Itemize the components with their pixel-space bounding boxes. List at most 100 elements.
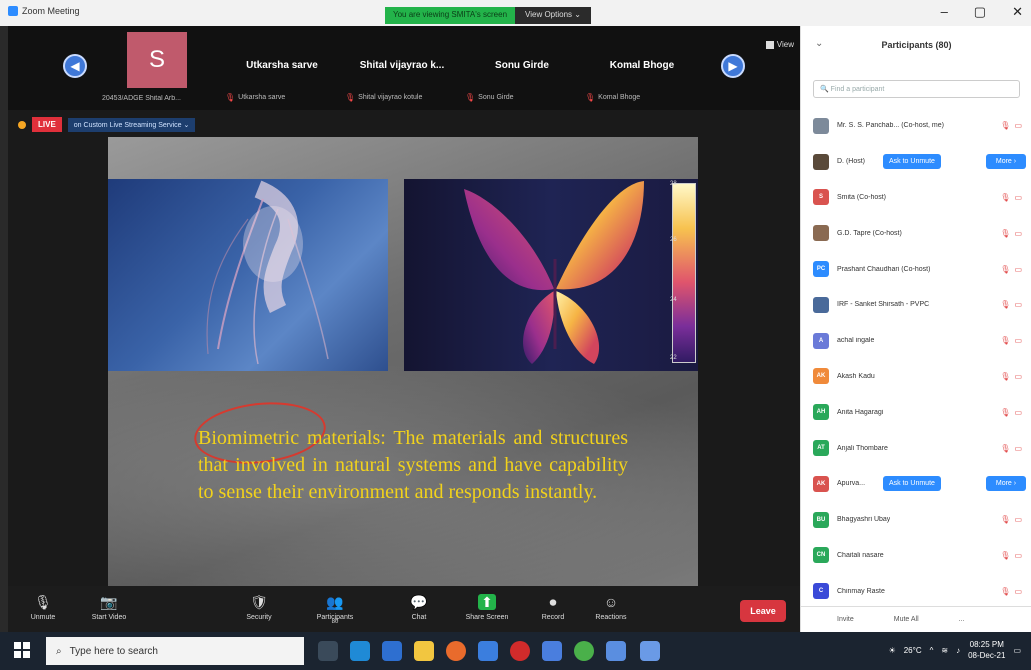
participant-status: 🎙 ▭ xyxy=(1000,515,1022,524)
security-button[interactable]: 🛡 Security xyxy=(224,594,294,621)
opera-icon[interactable] xyxy=(510,641,530,661)
chrome-icon[interactable] xyxy=(574,641,594,661)
record-icon: ⏺ xyxy=(549,594,557,610)
video-off-icon: ▭ xyxy=(1014,586,1022,596)
clock[interactable]: 08:25 PM 08-Dec-21 xyxy=(968,639,1005,661)
edge-icon[interactable] xyxy=(350,641,370,661)
file-explorer-icon[interactable] xyxy=(414,641,434,661)
participant-row[interactable]: BU Bhagyashri Ubay 🎙 ▭ xyxy=(801,502,1031,538)
task-view-icon[interactable] xyxy=(318,641,338,661)
leave-button[interactable]: Leave xyxy=(740,600,786,622)
strip-prev-button[interactable]: ◀ xyxy=(63,54,87,78)
participants-button[interactable]: 👥80 Participants xyxy=(300,594,370,625)
zoom-taskbar-icon[interactable] xyxy=(542,641,562,661)
mic-muted-icon: 🎙 xyxy=(1000,550,1011,560)
taskbar-search-input[interactable]: ⌕ Type here to search xyxy=(46,637,304,665)
participant-row[interactable]: Mr. S. S. Panchab... (Co-host, me) 🎙 ▭ xyxy=(801,108,1031,144)
participant-list: Mr. S. S. Panchab... (Co-host, me) 🎙 ▭ D. (… xyxy=(801,108,1031,609)
participant-name: Prashant Chaudhari (Co-host) xyxy=(837,265,931,273)
participant-row[interactable]: PC Prashant Chaudhari (Co-host) 🎙 ▭ xyxy=(801,251,1031,287)
share-screen-button[interactable]: ⬆ Share Screen xyxy=(452,594,522,621)
ask-to-unmute-button[interactable]: Ask to Unmute xyxy=(883,476,941,492)
thermal-butterfly-image: 28 26 24 22 xyxy=(404,179,698,371)
weather-temp: 26°C xyxy=(903,645,922,655)
microphone-icon: 🎙 xyxy=(34,594,52,610)
close-button[interactable]: ✕ xyxy=(1012,4,1023,20)
participant-status: 🎙 ▭ xyxy=(1000,551,1022,560)
participant-row[interactable]: G.D. Tapre (Co-host) 🎙 ▭ xyxy=(801,215,1031,251)
screen-share-banner: You are viewing SMITA's screen View Opti… xyxy=(385,7,591,24)
maximize-button[interactable]: ▢ xyxy=(974,4,986,20)
participant-name: Smita (Co-host) xyxy=(837,193,887,201)
viewing-message: You are viewing SMITA's screen xyxy=(385,7,516,24)
tile-caption-text: 20453/ADGE Shital Arb... xyxy=(102,95,181,102)
video-off-icon: ▭ xyxy=(1014,443,1022,453)
minimize-button[interactable]: – xyxy=(941,4,948,20)
participant-row[interactable]: CN Chaitali nasare 🎙 ▭ xyxy=(801,538,1031,574)
zoom-logo-icon xyxy=(8,6,18,16)
tray-chevron-icon[interactable]: ^ xyxy=(930,646,934,655)
photos-icon[interactable] xyxy=(606,641,626,661)
view-options-button[interactable]: View Options ⌄ xyxy=(515,7,591,24)
participant-row[interactable]: Aachal ingale 🎙 ▭ xyxy=(801,323,1031,359)
participant-avatar: BU xyxy=(813,511,829,528)
clock-date: 08-Dec-21 xyxy=(968,651,1006,660)
jellyfish-image xyxy=(108,179,388,371)
video-off-icon: ▭ xyxy=(1014,228,1022,238)
start-video-button[interactable]: 📷 Start Video xyxy=(74,594,144,621)
participant-avatar xyxy=(813,225,829,242)
volume-icon[interactable]: ♪ xyxy=(956,646,960,655)
video-tile[interactable]: S 20453/ADGE Shital Arb... xyxy=(100,32,218,102)
participant-status: 🎙 ▭ xyxy=(1000,372,1022,381)
mic-muted-icon: 🎙 xyxy=(1000,121,1011,131)
participant-row[interactable]: IRF - Sanket Shirsath - PVPC 🎙 ▭ xyxy=(801,287,1031,323)
smiley-icon: ☺ xyxy=(603,594,619,610)
tile-caption: 20453/ADGE Shital Arb... xyxy=(102,95,216,102)
firefox-icon[interactable] xyxy=(446,641,466,661)
app-title: Zoom Meeting xyxy=(8,6,80,16)
participant-name: IRF - Sanket Shirsath - PVPC xyxy=(837,301,930,309)
participant-avatar: AH xyxy=(813,404,829,421)
tile-caption-text: Shital vijayrao kotule xyxy=(358,94,423,101)
video-tile[interactable]: Utkarsha sarve 🎙 Utkarsha sarve xyxy=(223,32,341,102)
invite-button[interactable]: Invite xyxy=(837,616,854,623)
notification-icon[interactable]: ▭ xyxy=(1013,646,1021,655)
find-participant-input[interactable]: 🔍 Find a participant xyxy=(813,80,1020,98)
chat-button[interactable]: 💬 Chat xyxy=(384,594,454,621)
participant-name: Chaitali nasare xyxy=(837,551,884,559)
store-icon[interactable] xyxy=(382,641,402,661)
start-button[interactable] xyxy=(14,642,30,658)
tile-name: Sonu Girde xyxy=(495,60,549,71)
reactions-button[interactable]: ☺ Reactions xyxy=(576,594,646,621)
participant-row[interactable]: S Smita (Co-host) 🎙 ▭ xyxy=(801,180,1031,216)
video-strip: ◀ S 20453/ADGE Shital Arb... Utkarsha sa… xyxy=(8,26,800,110)
network-icon[interactable]: ≋ xyxy=(941,646,948,655)
tool-label: Start Video xyxy=(91,614,127,621)
unmute-button[interactable]: 🎙 Unmute xyxy=(8,594,78,621)
more-button[interactable]: More › xyxy=(986,476,1026,492)
participant-row[interactable]: AT Anjali Thombare 🎙 ▭ xyxy=(801,430,1031,466)
participant-avatar: PC xyxy=(813,261,829,278)
more-button[interactable]: More › xyxy=(986,154,1026,170)
ask-to-unmute-button[interactable]: Ask to Unmute xyxy=(883,154,941,170)
video-tile[interactable]: Sonu Girde 🎙 Sonu Girde xyxy=(463,32,581,102)
view-button[interactable]: View xyxy=(765,40,794,49)
participant-avatar: AT xyxy=(813,440,829,457)
video-tile[interactable]: Shital vijayrao k... 🎙 Shital vijayrao ko… xyxy=(343,32,461,102)
participant-row[interactable]: AK Apurva... Ask to Unmute More › xyxy=(801,466,1031,502)
live-service-dropdown[interactable]: on Custom Live Streaming Service ⌄ xyxy=(67,117,196,132)
mic-muted-icon: 🎙 xyxy=(1000,192,1011,202)
participant-row[interactable]: C Chinmay Raste 🎙 ▭ xyxy=(801,573,1031,609)
participant-row[interactable]: AH Anita Hagaragi 🎙 ▭ xyxy=(801,394,1031,430)
strip-next-button[interactable]: ▶ xyxy=(721,54,745,78)
participant-row[interactable]: D. (Host) Ask to Unmute More › xyxy=(801,144,1031,180)
mute-all-button[interactable]: Mute All xyxy=(894,616,919,623)
tile-caption: 🎙 Komal Bhoge xyxy=(585,93,699,102)
app-icon[interactable] xyxy=(640,641,660,661)
mail-icon[interactable] xyxy=(478,641,498,661)
participant-avatar: CN xyxy=(813,547,829,564)
more-options-button[interactable]: ... xyxy=(959,616,965,623)
tool-label: Chat xyxy=(411,614,427,621)
video-tile[interactable]: Komal Bhoge 🎙 Komal Bhoge xyxy=(583,32,701,102)
participant-row[interactable]: AK Akash Kadu 🎙 ▭ xyxy=(801,359,1031,395)
